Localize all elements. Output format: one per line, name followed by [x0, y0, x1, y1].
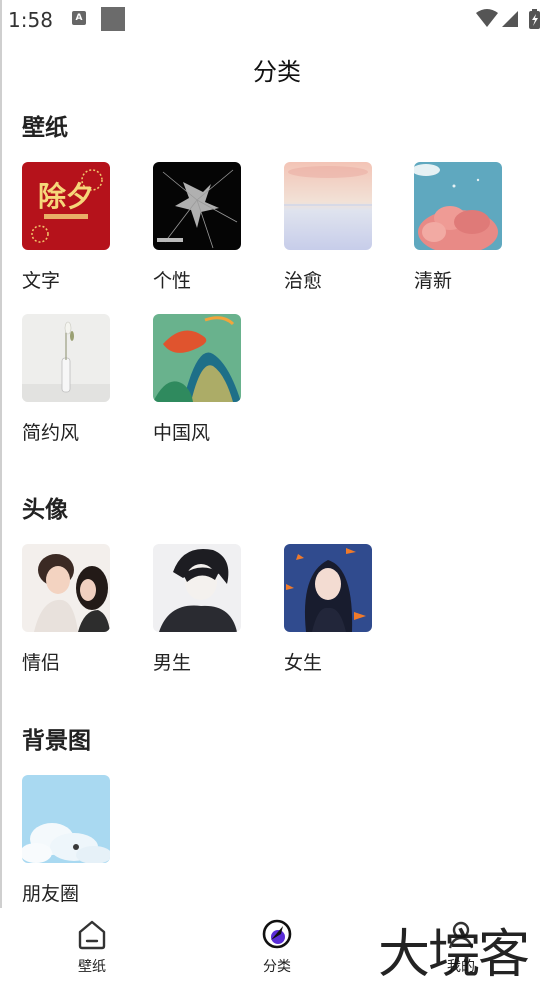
category-tile-minimal[interactable]: 简约风 — [22, 314, 118, 445]
category-image-minimal — [22, 314, 110, 402]
category-tile-male[interactable]: 男生 — [153, 544, 249, 675]
section-title-wallpaper: 壁纸 — [22, 115, 68, 141]
watermark-text: 大垸客 — [378, 925, 530, 984]
category-label: 治愈 — [284, 270, 323, 292]
category-label: 男生 — [153, 652, 192, 674]
category-image-personality — [153, 162, 241, 250]
nav-label: 壁纸 — [78, 959, 106, 975]
category-image-couple — [22, 544, 110, 632]
battery-icon — [529, 9, 540, 29]
category-image-chinese-style — [153, 314, 241, 402]
nav-item-category[interactable]: 分类 — [232, 918, 322, 976]
wifi-icon — [476, 9, 498, 27]
category-tile-moments[interactable]: 朋友圈 — [22, 775, 118, 906]
status-indicators — [474, 7, 546, 31]
notification-a-icon: A — [72, 11, 86, 25]
nav-label: 分类 — [263, 959, 291, 975]
signal-icon — [502, 11, 518, 27]
category-label: 个性 — [153, 270, 192, 292]
category-label: 女生 — [284, 652, 323, 674]
category-tile-chinese-style[interactable]: 中国风 — [153, 314, 249, 445]
category-tile-couple[interactable]: 情侣 — [22, 544, 118, 675]
category-tile-text[interactable]: 除夕 文字 — [22, 162, 118, 293]
compass-icon — [262, 919, 292, 949]
window-edge — [0, 0, 2, 984]
category-label: 情侣 — [22, 652, 61, 674]
category-image-moments — [22, 775, 110, 863]
category-tile-healing[interactable]: 治愈 — [284, 162, 380, 293]
category-image-healing — [284, 162, 372, 250]
category-tile-fresh[interactable]: 清新 — [414, 162, 510, 293]
home-icon — [78, 920, 106, 950]
category-label: 朋友圈 — [22, 883, 80, 905]
category-label: 清新 — [414, 270, 453, 292]
image-caption: 除夕 — [38, 180, 94, 213]
category-tile-female[interactable]: 女生 — [284, 544, 380, 675]
nav-item-wallpaper[interactable]: 壁纸 — [47, 918, 137, 976]
status-time: 1:58 — [8, 8, 53, 32]
notification-square-icon — [101, 7, 125, 31]
status-bar: 1:58 A — [0, 0, 554, 40]
section-title-background: 背景图 — [22, 728, 91, 754]
category-image-text: 除夕 — [22, 162, 110, 250]
category-image-fresh — [414, 162, 502, 250]
section-title-avatar: 头像 — [22, 497, 68, 523]
category-image-female — [284, 544, 372, 632]
category-tile-personality[interactable]: 个性 — [153, 162, 249, 293]
page-title: 分类 — [253, 58, 301, 86]
category-label: 文字 — [22, 270, 61, 292]
category-label: 中国风 — [153, 422, 211, 444]
category-label: 简约风 — [22, 422, 80, 444]
category-image-male — [153, 544, 241, 632]
